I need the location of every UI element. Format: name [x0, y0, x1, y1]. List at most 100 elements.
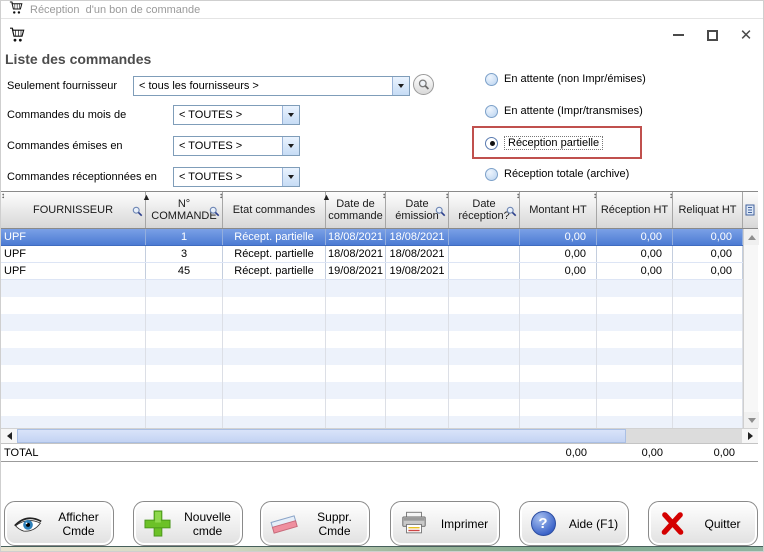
radio-reception-partielle[interactable]: Réception partielle [485, 136, 603, 150]
sort-icon: ↕ [593, 190, 597, 202]
cell-montant-ht: 0,00 [520, 246, 597, 262]
column-header-montant-ht[interactable]: ↕ Montant HT [520, 192, 597, 228]
month-combo[interactable]: < TOUTES > [173, 105, 300, 125]
radio-icon [485, 168, 498, 181]
supplier-search-button[interactable] [413, 74, 434, 95]
close-button[interactable]: ✕ [729, 23, 763, 47]
quitter-button[interactable]: Quitter [648, 501, 758, 546]
scrollbar-thumb[interactable] [17, 429, 626, 443]
supplier-combo[interactable]: < tous les fournisseurs > [133, 76, 410, 96]
chevron-down-icon[interactable] [282, 106, 299, 124]
page-title: Liste des commandes [5, 51, 151, 67]
month-filter-label: Commandes du mois de [7, 109, 126, 121]
chevron-down-icon[interactable] [282, 137, 299, 155]
desktop-background-strip [1, 546, 764, 551]
radio-selected-icon [485, 137, 498, 150]
minimize-button[interactable] [661, 23, 695, 47]
received-combo[interactable]: < TOUTES > [173, 167, 300, 187]
app-window: Réception d'un bon de commande ✕ Liste d… [0, 0, 764, 552]
cell-fournisseur: UPF [1, 229, 146, 245]
table-row[interactable]: UPF 1 Récept. partielle 18/08/2021 18/08… [1, 229, 758, 246]
cell-date-commande: 18/08/2021 [326, 229, 386, 245]
maximize-button[interactable] [695, 23, 729, 47]
cell-reliquat-ht: 0,00 [673, 246, 743, 262]
sort-asc-icon: ▲ [142, 191, 151, 203]
received-filter-label: Commandes réceptionnées en [7, 171, 157, 183]
help-icon: ? [527, 511, 559, 536]
sort-asc-icon: ▲ [322, 191, 331, 203]
column-options-button[interactable] [743, 192, 758, 228]
table-row[interactable]: UPF 45 Récept. partielle 19/08/2021 19/0… [1, 263, 758, 280]
combo-value: < tous les fournisseurs > [139, 80, 259, 92]
scroll-left-button[interactable] [1, 429, 17, 443]
search-icon [506, 206, 517, 220]
table-row[interactable]: UPF 3 Récept. partielle 18/08/2021 18/08… [1, 246, 758, 263]
maximize-icon [707, 30, 718, 41]
sort-icon: ↕ [669, 190, 673, 202]
cell-date-emission: 18/08/2021 [386, 229, 449, 245]
sort-icon: ↕ [445, 190, 449, 202]
column-header-date-commande[interactable]: ▲ Date de commande [326, 192, 386, 228]
combo-value: < TOUTES > [179, 171, 242, 183]
radio-en-attente-impr[interactable]: En attente (Impr/transmises) [485, 104, 643, 118]
column-header-reliquat-ht[interactable]: ↕ Reliquat HT [673, 192, 743, 228]
plus-icon [141, 510, 173, 537]
cell-numero: 1 [146, 229, 223, 245]
column-header-fournisseur[interactable]: ↕ FOURNISSEUR [1, 192, 146, 228]
child-titlebar: ✕ [1, 19, 764, 51]
column-header-numero-commande[interactable]: ▲ N° COMMANDE [146, 192, 223, 228]
window-title: Réception d'un bon de commande [30, 4, 200, 16]
close-icon: ✕ [740, 28, 753, 43]
cart-icon [9, 27, 25, 47]
cell-numero: 45 [146, 263, 223, 279]
supplier-filter-label: Seulement fournisseur [7, 80, 117, 92]
cell-date-commande: 19/08/2021 [326, 263, 386, 279]
eraser-icon [268, 514, 300, 534]
scrollbar-track[interactable] [626, 429, 742, 443]
search-icon [132, 206, 143, 220]
cart-icon [9, 1, 23, 19]
cell-date-emission: 19/08/2021 [386, 263, 449, 279]
radio-en-attente-non-impr[interactable]: En attente (non Impr/émises) [485, 72, 646, 86]
combo-value: < TOUTES > [179, 140, 242, 152]
column-header-etat[interactable]: ↕ Etat commandes [223, 192, 326, 228]
sort-icon: ↕ [516, 190, 520, 202]
cell-date-emission: 18/08/2021 [386, 246, 449, 262]
nouvelle-cmde-button[interactable]: Nouvelle cmde [133, 501, 243, 546]
cell-montant-ht: 0,00 [520, 263, 597, 279]
cell-etat: Récept. partielle [223, 246, 326, 262]
issued-filter-label: Commandes émises en [7, 140, 123, 152]
cell-montant-ht: 0,00 [520, 229, 597, 245]
aide-button[interactable]: ? Aide (F1) [519, 501, 629, 546]
scroll-right-button[interactable] [742, 429, 758, 443]
column-header-date-reception[interactable]: ↕ Date réception? [449, 192, 520, 228]
minimize-icon [673, 34, 684, 36]
cell-reception-ht: 0,00 [597, 229, 673, 245]
radio-icon [485, 73, 498, 86]
radio-icon [485, 105, 498, 118]
column-header-reception-ht[interactable]: ↕ Réception HT [597, 192, 673, 228]
cell-etat: Récept. partielle [223, 229, 326, 245]
chevron-down-icon[interactable] [392, 77, 409, 95]
scroll-up-button[interactable] [744, 229, 759, 245]
total-row: TOTAL 0,00 0,00 0,00 [1, 444, 758, 462]
imprimer-button[interactable]: Imprimer [390, 501, 500, 546]
afficher-cmde-button[interactable]: Afficher Cmde [4, 501, 114, 546]
column-header-date-emission[interactable]: ↕ Date émission [386, 192, 449, 228]
issued-combo[interactable]: < TOUTES > [173, 136, 300, 156]
parent-titlebar: Réception d'un bon de commande [1, 1, 764, 19]
combo-value: < TOUTES > [179, 109, 242, 121]
close-x-icon [656, 511, 688, 536]
radio-reception-totale[interactable]: Réception totale (archive) [485, 167, 629, 181]
empty-grid-area [1, 280, 743, 428]
chevron-down-icon[interactable] [282, 168, 299, 186]
total-montant-ht: 0,00 [520, 447, 597, 459]
horizontal-scrollbar[interactable] [1, 428, 758, 444]
scroll-down-button[interactable] [744, 412, 759, 428]
list-icon [745, 204, 756, 216]
suppr-cmde-button[interactable]: Suppr. Cmde [260, 501, 370, 546]
total-label: TOTAL [4, 447, 38, 459]
vertical-scrollbar[interactable] [743, 229, 758, 428]
printer-icon [398, 511, 430, 536]
cell-numero: 3 [146, 246, 223, 262]
